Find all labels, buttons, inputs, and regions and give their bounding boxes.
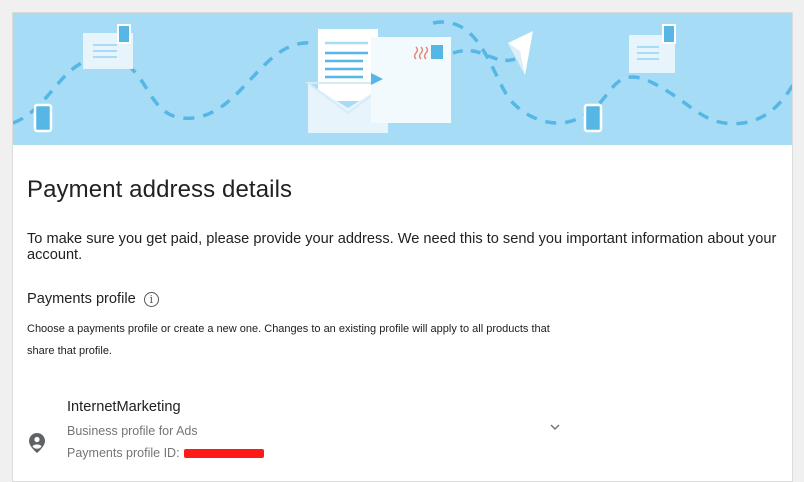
page-title: Payment address details [27, 176, 293, 203]
letter-right-icon [629, 24, 676, 73]
mail-illustration [13, 20, 792, 133]
payments-profile-description: Choose a payments profile or create a ne… [27, 323, 550, 357]
phone-left-icon [33, 103, 53, 133]
chevron-down-icon[interactable] [549, 421, 561, 433]
profile-type: Business profile for Ads [67, 424, 198, 438]
payments-profile-heading: Payments profile i [27, 291, 159, 307]
mail-illustration-banner [13, 13, 792, 145]
profile-id-label: Payments profile ID: [67, 446, 180, 460]
intro-text: To make sure you get paid, please provid… [27, 231, 777, 263]
phone-right-icon [583, 103, 603, 133]
postcard-stamp-icon [371, 37, 451, 123]
profile-id: Payments profile ID: [67, 446, 264, 460]
paper-plane-icon [508, 31, 533, 75]
person-icon [29, 433, 45, 453]
letter-left-icon [83, 24, 133, 69]
payment-address-card: Payment address details To make sure you… [12, 12, 793, 482]
payments-profile-selector[interactable]: InternetMarketing Business profile for A… [13, 395, 792, 481]
profile-id-redaction [183, 449, 264, 459]
payments-profile-label: Payments profile [27, 291, 136, 307]
profile-name: InternetMarketing [67, 399, 181, 415]
info-icon[interactable]: i [143, 291, 159, 307]
